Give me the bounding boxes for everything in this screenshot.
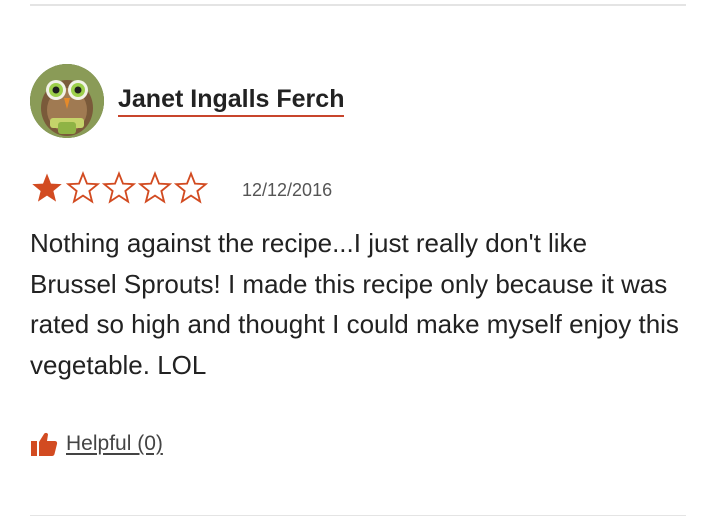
helpful-row[interactable]: Helpful (0)	[30, 429, 686, 459]
thumbs-up-icon[interactable]	[30, 431, 58, 457]
review-date: 12/12/2016	[242, 179, 333, 200]
star-outline-icon	[174, 171, 208, 204]
star-outline-icon	[66, 171, 100, 204]
star-outline-icon	[138, 171, 172, 204]
star-outline-icon	[102, 171, 136, 204]
author-name-link[interactable]: Janet Ingalls Ferch	[118, 84, 345, 117]
review-card: Janet Ingalls Ferch 12/12/2016 Nothing a…	[30, 64, 686, 459]
top-divider	[30, 4, 686, 6]
rating-row: 12/12/2016	[30, 171, 686, 205]
helpful-button[interactable]: Helpful (0)	[66, 432, 163, 456]
review-author-row: Janet Ingalls Ferch	[30, 64, 686, 138]
star-filled-icon	[32, 173, 62, 202]
star-rating	[30, 171, 210, 205]
avatar[interactable]	[30, 64, 104, 138]
review-text: Nothing against the recipe...I just real…	[30, 228, 679, 380]
owl-avatar-icon	[30, 64, 104, 138]
